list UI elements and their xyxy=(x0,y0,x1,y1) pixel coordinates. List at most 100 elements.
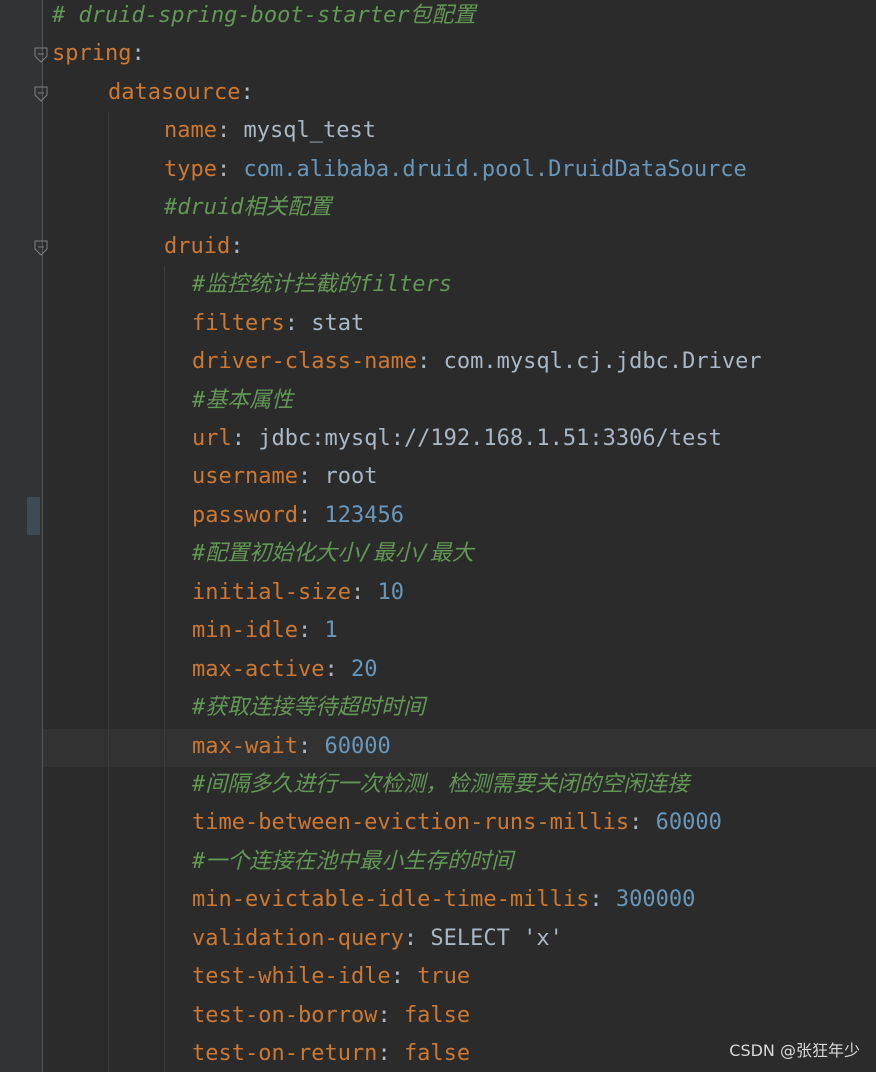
comment-text: #druid相关配置 xyxy=(164,195,332,221)
code-line[interactable]: test-on-return: false xyxy=(192,1035,470,1072)
code-line[interactable]: test-on-borrow: false xyxy=(192,997,470,1035)
yaml-key: time-between-eviction-runs-millis xyxy=(192,810,630,836)
yaml-separator: : xyxy=(231,425,259,451)
code-line[interactable]: spring: xyxy=(52,35,145,73)
yaml-key: spring xyxy=(52,41,132,67)
comment-text: #监控统计拦截的filters xyxy=(192,272,452,298)
yaml-value: 123456 xyxy=(324,502,404,528)
yaml-key: max-active xyxy=(192,656,325,682)
fold-arrow-icon[interactable] xyxy=(34,86,48,102)
yaml-separator: : xyxy=(230,233,244,259)
code-line[interactable]: username: root xyxy=(192,458,377,496)
yaml-separator: : xyxy=(240,79,254,105)
yaml-separator: : xyxy=(216,156,244,182)
yaml-separator: : xyxy=(377,1002,404,1028)
comment-text: #获取连接等待超时时间 xyxy=(192,695,426,721)
yaml-key: test-on-return xyxy=(192,1041,378,1067)
yaml-key: validation-query xyxy=(192,925,404,951)
code-line[interactable]: type: com.alibaba.druid.pool.DruidDataSo… xyxy=(164,151,747,189)
yaml-key: driver-class-name xyxy=(192,349,418,375)
yaml-value: stat xyxy=(311,310,365,336)
comment-text: #一个连接在池中最小生存的时间 xyxy=(192,848,514,874)
code-line[interactable]: url: jdbc:mysql://192.168.1.51:3306/test xyxy=(192,420,722,458)
yaml-separator: : xyxy=(377,1041,404,1067)
code-comment-line[interactable]: #基本属性 xyxy=(192,382,293,420)
code-line[interactable]: max-active: 20 xyxy=(192,651,377,689)
code-line[interactable]: max-wait: 60000 xyxy=(192,728,391,766)
yaml-key: url xyxy=(192,425,232,451)
code-line[interactable]: initial-size: 10 xyxy=(192,574,404,612)
code-comment-line[interactable]: #配置初始化大小/最小/最大 xyxy=(192,535,474,573)
yaml-key: druid xyxy=(164,233,231,259)
code-line[interactable]: filters: stat xyxy=(192,305,364,343)
csdn-watermark: CSDN @张狂年少 xyxy=(729,1041,860,1060)
indent-guide xyxy=(108,112,109,1072)
yaml-separator: : xyxy=(350,579,378,605)
yaml-separator: : xyxy=(297,464,325,490)
yaml-key: filters xyxy=(192,310,285,336)
yaml-value: 300000 xyxy=(615,887,696,913)
yaml-value: 60000 xyxy=(324,733,391,759)
code-line[interactable]: password: 123456 xyxy=(192,497,404,535)
code-comment-line[interactable]: #监控统计拦截的filters xyxy=(192,266,452,304)
code-line[interactable]: validation-query: SELECT 'x' xyxy=(192,920,563,958)
code-line[interactable]: name: mysql_test xyxy=(164,112,376,150)
code-comment-line[interactable]: # druid-spring-boot-starter包配置 xyxy=(52,0,476,35)
yaml-value: false xyxy=(403,1002,471,1028)
yaml-value: root xyxy=(324,464,378,490)
code-comment-line[interactable]: #间隔多久进行一次检测，检测需要关闭的空闲连接 xyxy=(192,766,689,804)
editor-gutter xyxy=(0,0,42,1072)
code-line[interactable]: driver-class-name: com.mysql.cj.jdbc.Dri… xyxy=(192,343,762,381)
yaml-key: datasource xyxy=(108,79,241,105)
yaml-separator: : xyxy=(629,810,656,836)
code-line[interactable]: druid: xyxy=(164,228,243,266)
code-comment-line[interactable]: #获取连接等待超时时间 xyxy=(192,689,425,727)
comment-text: # druid-spring-boot-starter包配置 xyxy=(52,3,476,28)
gutter-divider xyxy=(42,0,43,1072)
code-editor[interactable]: # druid-spring-boot-starter包配置 spring: dat… xyxy=(0,0,876,1072)
yaml-key: initial-size xyxy=(192,579,351,605)
yaml-separator: : xyxy=(403,925,431,951)
yaml-value: true xyxy=(417,964,471,990)
yaml-key: test-while-idle xyxy=(192,964,391,990)
yaml-separator: : xyxy=(297,618,325,644)
code-line[interactable]: min-evictable-idle-time-millis: 300000 xyxy=(192,881,695,919)
yaml-value: mysql_test xyxy=(243,118,376,144)
code-comment-line[interactable]: #一个连接在池中最小生存的时间 xyxy=(192,843,513,881)
comment-text: #基本属性 xyxy=(192,387,294,413)
yaml-value: 10 xyxy=(377,579,404,605)
yaml-key: password xyxy=(192,502,298,528)
yaml-separator: : xyxy=(589,887,616,913)
yaml-value: 20 xyxy=(350,656,378,682)
yaml-key: username xyxy=(192,464,298,490)
yaml-value: SELECT 'x' xyxy=(430,925,563,951)
yaml-value: com.mysql.cj.jdbc.Driver xyxy=(443,349,762,375)
yaml-separator: : xyxy=(417,349,444,375)
fold-arrow-icon[interactable] xyxy=(34,47,48,63)
fold-arrow-icon[interactable] xyxy=(34,240,48,256)
yaml-separator: : xyxy=(131,41,145,67)
yaml-key: test-on-borrow xyxy=(192,1002,378,1028)
yaml-key: max-wait xyxy=(192,733,298,759)
indent-guide xyxy=(164,266,165,1072)
yaml-value: 60000 xyxy=(655,810,722,836)
yaml-key: type xyxy=(164,156,217,182)
current-line-highlight xyxy=(43,729,876,767)
code-comment-line[interactable]: #druid相关配置 xyxy=(164,189,331,227)
code-line[interactable]: test-while-idle: true xyxy=(192,958,470,996)
yaml-separator: : xyxy=(390,964,418,990)
code-line[interactable]: time-between-eviction-runs-millis: 60000 xyxy=(192,804,722,842)
code-line[interactable]: datasource: xyxy=(108,74,254,112)
yaml-separator: : xyxy=(216,118,244,144)
yaml-key: min-idle xyxy=(192,618,298,644)
comment-text: #配置初始化大小/最小/最大 xyxy=(192,541,474,567)
yaml-value: false xyxy=(403,1041,471,1067)
code-line[interactable]: min-idle: 1 xyxy=(192,612,338,650)
yaml-value: jdbc:mysql://192.168.1.51:3306/test xyxy=(258,425,722,451)
yaml-key: min-evictable-idle-time-millis xyxy=(192,887,590,913)
yaml-key: name xyxy=(164,118,217,144)
yaml-separator: : xyxy=(297,733,325,759)
yaml-value: com.alibaba.druid.pool.DruidDataSource xyxy=(243,156,747,182)
yaml-separator: : xyxy=(284,310,312,336)
yaml-value: 1 xyxy=(324,618,338,644)
